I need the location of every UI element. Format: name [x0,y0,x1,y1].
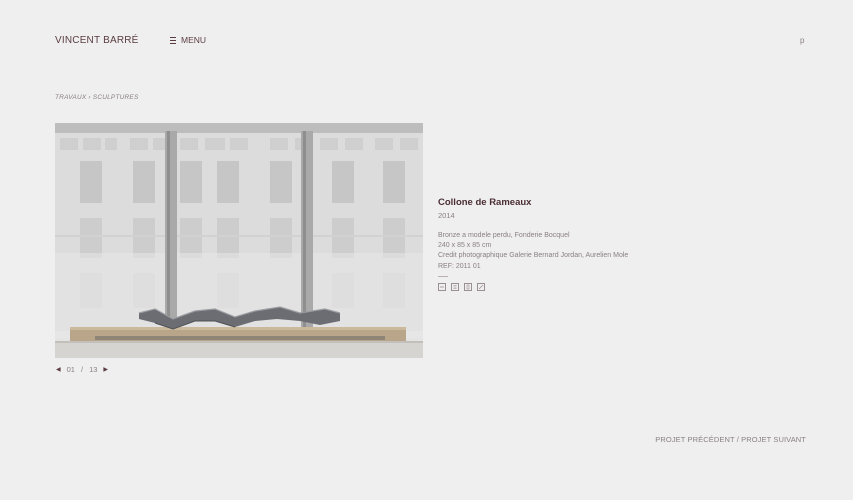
document-icon[interactable] [451,282,459,291]
breadcrumb-section-link[interactable]: TRAVAUX [55,94,86,101]
previous-project-link[interactable]: PROJET PRÉCÉDENT [655,435,734,444]
pager-separator: / [80,365,84,374]
previous-image-arrow-icon[interactable]: ◀ [56,366,61,373]
sculpture-photo-image [55,123,423,358]
search-button[interactable]: p [800,36,804,45]
project-navigation: PROJET PRÉCÉDENT / PROJET SUIVANT [655,435,806,444]
divider [438,275,448,277]
breadcrumb: TRAVAUX › SCULPTURES [55,94,139,101]
minus-box-icon[interactable] [438,282,446,291]
menu-button[interactable]: MENU [170,35,206,45]
expand-icon[interactable] [477,282,485,291]
pager-current: 01 [66,365,75,374]
image-pager: ◀ 01 / 13 ▶ [56,365,108,374]
site-logo[interactable]: VINCENT BARRÉ [55,35,139,46]
artwork-details: Bronze a modele perdu, Fonderie Bocquel … [438,231,698,272]
artwork-info: Collone de Rameaux 2014 Bronze a modele … [438,197,698,291]
artwork-photo[interactable] [55,123,423,358]
artwork-reference: REF: 2011 01 [438,262,481,270]
list-icon[interactable] [464,282,472,291]
menu-label: MENU [181,35,207,45]
breadcrumb-current[interactable]: SCULPTURES [93,94,139,101]
artwork-material: Bronze a modele perdu, Fonderie Bocquel [438,232,570,239]
artwork-year: 2014 [438,211,455,220]
artwork-dimensions: 240 x 85 x 85 cm [438,242,492,250]
next-image-arrow-icon[interactable]: ▶ [103,366,108,373]
hamburger-icon [170,36,176,44]
artwork-title: Collone de Rameaux [438,197,532,208]
artwork-photo-credit: Credit photographique Galerie Bernard Jo… [438,252,629,260]
artwork-actions [438,282,698,291]
pager-total: 13 [89,365,98,374]
next-project-link[interactable]: PROJET SUIVANT [741,435,806,444]
